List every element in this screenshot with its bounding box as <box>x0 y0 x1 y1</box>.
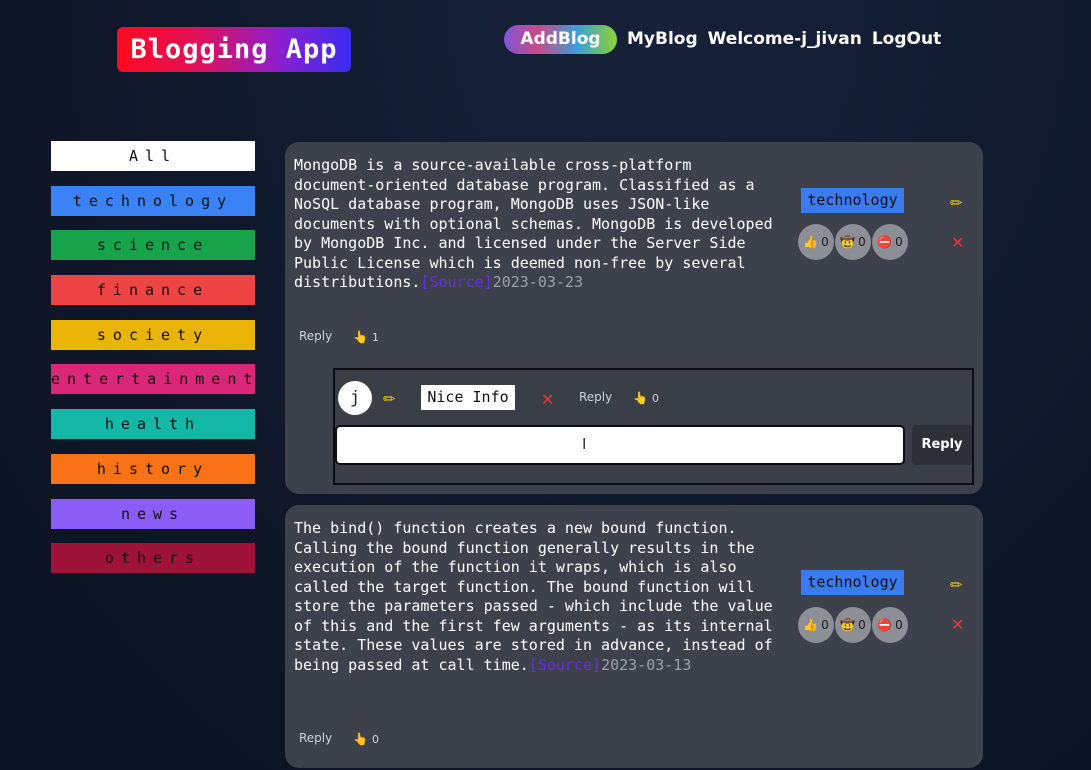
reaction-count: 0 <box>821 618 829 632</box>
post-date: 2023-03-23 <box>492 273 583 291</box>
thumbs-up-reaction[interactable]: 👍 0 <box>798 607 834 643</box>
delete-comment-icon[interactable]: ✕ <box>541 390 554 409</box>
post-tag: technology <box>801 570 904 595</box>
reply-link[interactable]: Reply <box>299 731 332 745</box>
avatar: j <box>338 381 372 415</box>
reaction-bar: 👍 0 🤠 0 ⛔ 0 <box>798 607 908 643</box>
reaction-count: 0 <box>858 618 866 632</box>
add-blog-button[interactable]: AddBlog <box>504 25 617 54</box>
thumbs-up-icon: 👍 <box>803 235 819 249</box>
post-body: MongoDB is a source-available cross-plat… <box>294 156 779 293</box>
reaction-count: 0 <box>895 235 903 249</box>
category-technology[interactable]: technology <box>51 185 255 216</box>
reaction-count: 0 <box>895 618 903 632</box>
edit-comment-icon[interactable]: ✏ <box>383 390 396 408</box>
post-tag: technology <box>801 188 904 213</box>
comment-like-button[interactable]: 👆 0 <box>633 391 659 405</box>
delete-icon[interactable]: ✕ <box>951 233 964 252</box>
comment-text: Nice Info <box>421 385 515 410</box>
category-all[interactable]: All <box>51 141 255 171</box>
like-count: 0 <box>371 733 379 746</box>
pointing-hand-icon: 👆 <box>353 330 368 344</box>
logout-link[interactable]: LogOut <box>872 25 941 54</box>
my-blog-link[interactable]: MyBlog <box>627 25 698 54</box>
cowboy-face-icon: 🤠 <box>840 235 856 249</box>
post-date: 2023-03-13 <box>601 655 692 674</box>
post-text: The bind() function creates a new bound … <box>294 519 782 674</box>
cowboy-reaction[interactable]: 🤠 0 <box>835 224 871 260</box>
top-nav: AddBlog MyBlog Welcome-j_jivan LogOut <box>504 25 941 54</box>
no-entry-icon: ⛔ <box>877 618 893 632</box>
welcome-user-text: Welcome-j_jivan <box>707 29 862 49</box>
blog-post: The bind() function creates a new bound … <box>285 505 983 768</box>
post-text: MongoDB is a source-available cross-plat… <box>294 156 782 291</box>
reply-link[interactable]: Reply <box>299 329 332 343</box>
reply-input[interactable]: I <box>335 425 905 465</box>
like-count: 1 <box>371 331 379 344</box>
pointing-hand-icon: 👆 <box>353 732 368 746</box>
category-entertainment[interactable]: entertainment <box>51 364 255 395</box>
no-entry-reaction[interactable]: ⛔ 0 <box>872 224 908 260</box>
category-society[interactable]: society <box>51 319 255 350</box>
category-finance[interactable]: finance <box>51 275 255 306</box>
cowboy-reaction[interactable]: 🤠 0 <box>835 607 871 643</box>
app-logo[interactable]: Blogging App <box>117 27 351 72</box>
pointing-hand-icon: 👆 <box>633 391 648 405</box>
category-others[interactable]: others <box>51 543 255 574</box>
comment-reply-link[interactable]: Reply <box>579 390 612 404</box>
edit-icon[interactable]: ✏ <box>950 194 963 212</box>
cowboy-face-icon: 🤠 <box>840 618 856 632</box>
reply-submit-button[interactable]: Reply <box>912 425 972 465</box>
reaction-bar: 👍 0 🤠 0 ⛔ 0 <box>798 224 908 260</box>
blog-post: MongoDB is a source-available cross-plat… <box>285 142 983 494</box>
source-link[interactable]: [Source] <box>420 273 492 291</box>
category-health[interactable]: health <box>51 409 255 440</box>
post-body: The bind() function creates a new bound … <box>294 519 779 675</box>
source-link[interactable]: [Source] <box>529 656 601 674</box>
category-list: All technology science finance society e… <box>51 141 255 588</box>
like-button[interactable]: 👆 1 <box>353 330 379 344</box>
category-science[interactable]: science <box>51 230 255 261</box>
thumbs-up-icon: 👍 <box>803 618 819 632</box>
reaction-count: 0 <box>821 235 829 249</box>
text-cursor-icon: I <box>582 435 587 453</box>
comment-thread: j ✏ Nice Info ✕ Reply 👆 0 I Reply <box>333 368 974 485</box>
no-entry-reaction[interactable]: ⛔ 0 <box>872 607 908 643</box>
edit-icon[interactable]: ✏ <box>950 576 963 594</box>
no-entry-icon: ⛔ <box>877 235 893 249</box>
thumbs-up-reaction[interactable]: 👍 0 <box>798 224 834 260</box>
delete-icon[interactable]: ✕ <box>951 615 964 634</box>
category-history[interactable]: history <box>51 453 255 484</box>
category-news[interactable]: news <box>51 498 255 529</box>
like-button[interactable]: 👆 0 <box>353 732 379 746</box>
reaction-count: 0 <box>858 235 866 249</box>
like-count: 0 <box>651 392 659 405</box>
